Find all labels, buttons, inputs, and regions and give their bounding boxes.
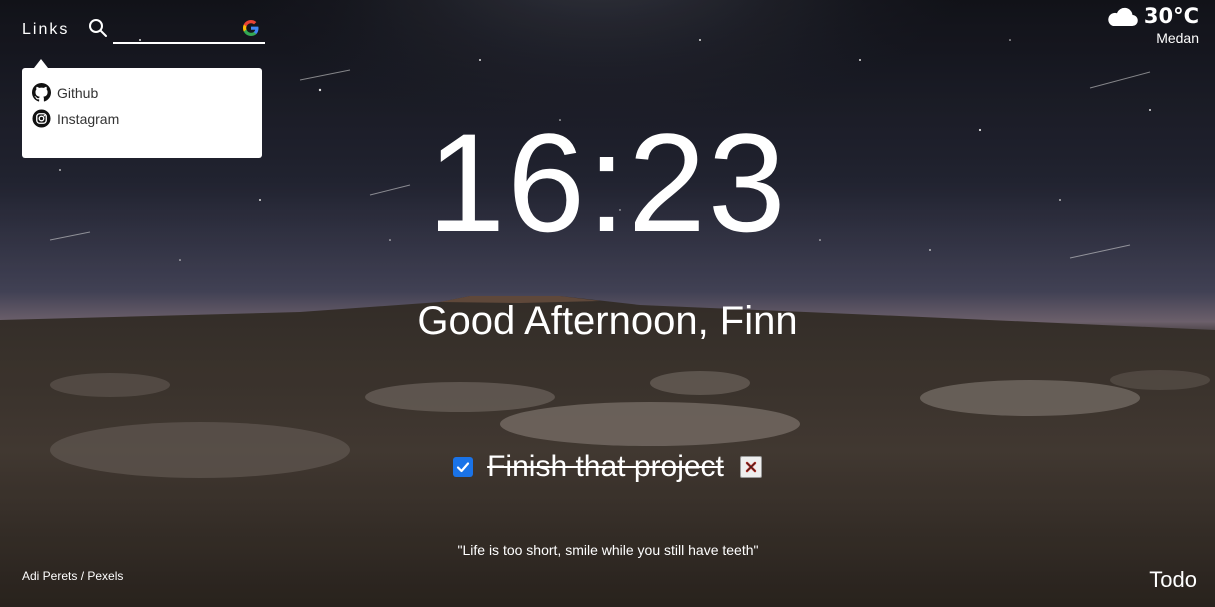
todo-button[interactable]: Todo [1149, 567, 1197, 593]
clock: 16:23 [427, 104, 788, 261]
google-icon[interactable] [241, 18, 261, 38]
link-label: Github [57, 84, 99, 101]
quote: "Life is too short, smile while you stil… [457, 542, 759, 558]
search-bar [88, 16, 268, 46]
weather-widget: 30°C Medan [1106, 4, 1199, 46]
cloud-icon [1108, 7, 1138, 27]
focus-todo: Finish that project [0, 450, 1215, 484]
todo-text: Finish that project [487, 450, 724, 483]
todo-delete-button[interactable] [739, 456, 762, 478]
github-icon [32, 83, 51, 102]
photo-credit[interactable]: Adi Perets / Pexels [22, 569, 123, 583]
dropdown-caret [34, 59, 48, 68]
links-toggle[interactable]: Links [22, 21, 69, 39]
close-icon [745, 461, 757, 473]
weather-city: Medan [1156, 30, 1199, 46]
greeting: Good Afternoon, Finn [417, 299, 798, 343]
search-icon[interactable] [88, 18, 108, 38]
todo-checkbox[interactable] [453, 457, 474, 477]
checkmark-icon [457, 462, 470, 473]
link-github[interactable]: Github [32, 83, 98, 102]
temperature: 30°C [1143, 4, 1199, 28]
